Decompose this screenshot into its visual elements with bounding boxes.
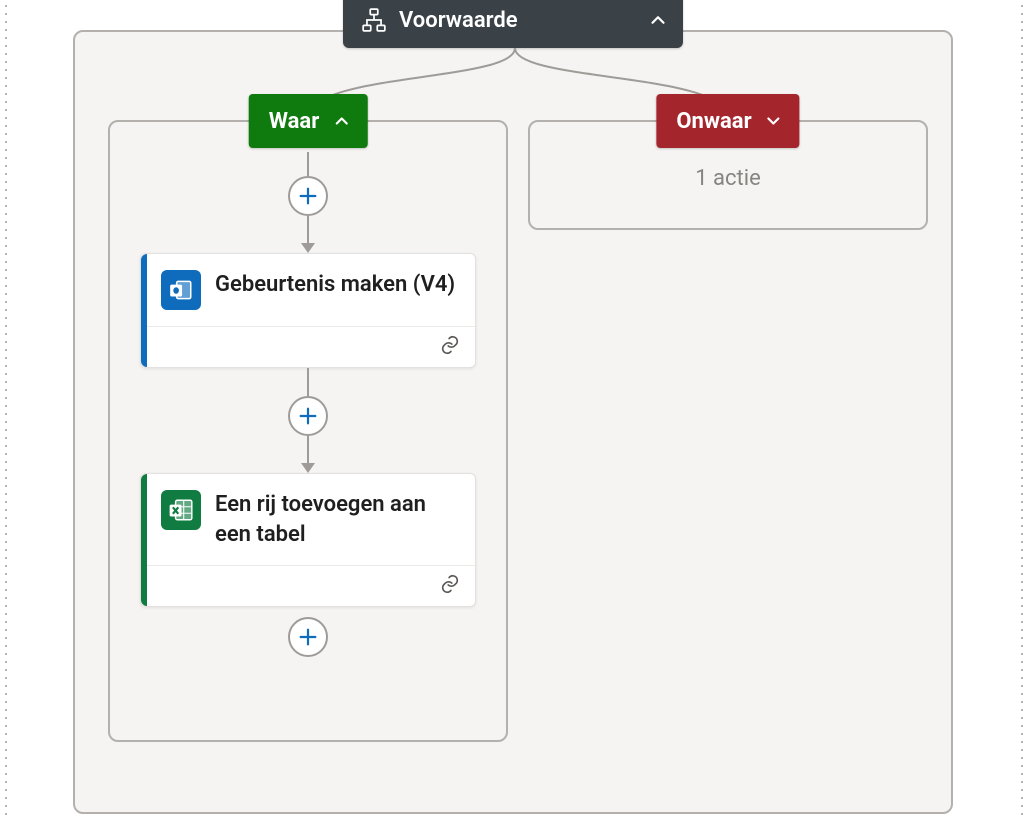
chevron-down-icon: [764, 111, 784, 131]
flow-connector: [307, 436, 309, 464]
excel-icon: [161, 490, 201, 530]
card-accent-stripe: [141, 254, 147, 367]
true-branch-label: Waar: [269, 109, 320, 134]
flow-connector: [307, 368, 309, 396]
link-icon: [439, 334, 461, 360]
flow-arrow-icon: [301, 243, 315, 253]
card-accent-stripe: [141, 474, 147, 606]
flow-connector: [307, 216, 309, 244]
action-card-title: Gebeurtenis maken (V4): [215, 270, 455, 300]
link-icon: [439, 573, 461, 599]
flow-arrow-icon: [301, 463, 315, 473]
condition-header[interactable]: Voorwaarde: [343, 0, 683, 48]
true-branch-container: Waar: [108, 120, 508, 742]
chevron-up-icon: [647, 9, 669, 31]
flow-connector: [307, 152, 309, 176]
action-card-excel-add-row[interactable]: Een rij toevoegen aan een tabel: [140, 473, 476, 607]
chevron-up-icon: [331, 111, 351, 131]
condition-title: Voorwaarde: [387, 8, 647, 33]
false-branch-container: Onwaar 1 actie: [528, 120, 928, 230]
page-guide-right: [1016, 0, 1024, 819]
page-guide-left: [0, 0, 8, 819]
add-action-button[interactable]: [288, 396, 328, 436]
condition-icon: [361, 7, 387, 33]
condition-container: Voorwaarde Waar: [73, 30, 953, 814]
false-branch-header[interactable]: Onwaar: [656, 94, 799, 148]
true-branch-flow: Gebeurtenis maken (V4): [110, 152, 506, 726]
action-card-title: Een rij toevoegen aan een tabel: [215, 490, 459, 549]
outlook-icon: [161, 270, 201, 310]
action-card-outlook-create-event[interactable]: Gebeurtenis maken (V4): [140, 253, 476, 368]
false-branch-label: Onwaar: [676, 109, 751, 134]
false-branch-summary: 1 actie: [530, 166, 926, 191]
true-branch-header[interactable]: Waar: [249, 94, 368, 148]
add-action-button[interactable]: [288, 617, 328, 657]
add-action-button[interactable]: [288, 176, 328, 216]
